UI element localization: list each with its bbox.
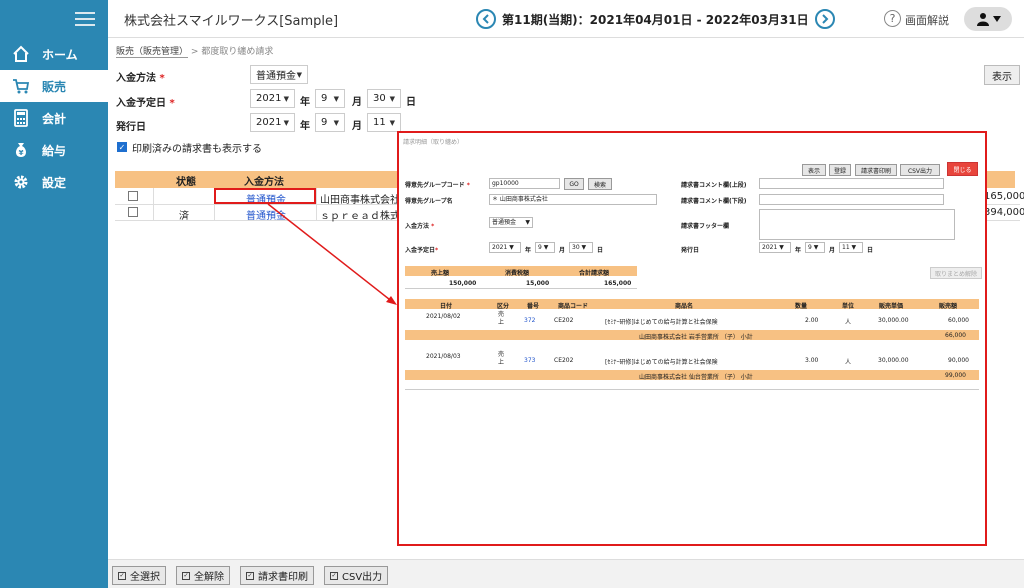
subtotal-label: 山田商事株式会社 岩手営業所 （子） 小計: [639, 334, 753, 341]
summary-tax-value: 15,000: [526, 280, 550, 287]
cancel-consolidation-button[interactable]: 取りまとめ解除: [930, 267, 982, 279]
footer-textarea[interactable]: [759, 209, 955, 240]
summary-tax-header: 消費税額: [505, 270, 530, 277]
deselect-all-button[interactable]: ✓ 全解除: [176, 566, 230, 585]
detail-unit: 人: [845, 319, 852, 326]
detail-type: 売上: [498, 351, 505, 366]
detail-amount: 60,000: [948, 317, 969, 324]
year-unit: 年: [795, 247, 802, 254]
detail-qty: 2.00: [805, 317, 819, 324]
check-icon: ✓: [246, 571, 254, 580]
day-unit: 日: [597, 247, 604, 254]
summary-sales-value: 150,000: [449, 280, 477, 287]
comment-bottom-label: 請求書コメント欄(下段): [681, 198, 747, 205]
detail-name: [ｾﾐﾅｰ研修]はじめての給与計算と社会保険: [605, 359, 718, 366]
col-date: 日付: [440, 303, 453, 310]
detail-date: 2021/08/02: [426, 313, 461, 320]
group-code-label: 得意先グループコード *: [405, 182, 470, 189]
day-unit: 日: [867, 247, 874, 254]
detail-type: 売上: [498, 311, 505, 326]
detail-unit: 人: [845, 359, 852, 366]
dialog-register-button[interactable]: 登録: [829, 164, 851, 176]
subtotal-value: 66,000: [945, 332, 966, 339]
detail-amount: 90,000: [948, 357, 969, 364]
dialog-issue-label: 発行日: [681, 247, 700, 254]
col-unit: 単位: [842, 303, 855, 310]
col-amount: 販売額: [939, 303, 958, 310]
col-qty: 数量: [795, 303, 808, 310]
summary-sales-header: 売上額: [431, 270, 450, 277]
check-icon: ✓: [118, 571, 126, 580]
dialog-method-select[interactable]: 普通預金 ▼: [489, 217, 533, 228]
year-unit: 年: [525, 247, 532, 254]
select-all-button[interactable]: ✓ 全選択: [112, 566, 166, 585]
dialog-method-label: 入金方法 *: [405, 223, 435, 230]
dialog-issue-year[interactable]: 2021 ▼: [759, 242, 791, 253]
group-name-field: ＊ 山田商事株式会社: [489, 194, 657, 205]
col-code: 商品コード: [558, 303, 589, 310]
dialog-issue-month[interactable]: 9 ▼: [805, 242, 825, 253]
comment-top-label: 請求書コメント欄(上段): [681, 182, 747, 189]
csv-export-button[interactable]: ✓ CSV出力: [324, 566, 389, 585]
comment-top-input[interactable]: [759, 178, 944, 189]
dialog-due-label: 入金予定日*: [405, 247, 439, 254]
footer-label: 請求書フッター欄: [681, 223, 730, 230]
summary-total-value: 165,000: [604, 280, 632, 287]
dialog-due-year[interactable]: 2021 ▼: [489, 242, 521, 253]
search-button[interactable]: 検索: [588, 178, 612, 190]
comment-bottom-input[interactable]: [759, 194, 944, 205]
detail-number-link[interactable]: 373: [524, 357, 535, 364]
dialog-due-day[interactable]: 30 ▼: [569, 242, 593, 253]
bottom-toolbar: ✓ 全選択 ✓ 全解除 ✓ 請求書印刷 ✓ CSV出力: [108, 559, 1024, 588]
detail-number-link[interactable]: 372: [524, 317, 535, 324]
detail-qty: 3.00: [805, 357, 819, 364]
dialog-print-button[interactable]: 請求書印刷: [855, 164, 897, 176]
detail-price: 30,000.00: [878, 317, 909, 324]
check-icon: ✓: [182, 571, 190, 580]
detail-code: CE202: [554, 357, 574, 364]
col-price: 販売単価: [879, 303, 904, 310]
go-button[interactable]: GO: [564, 178, 584, 190]
subtotal-label: 山田商事株式会社 仙台営業所 （子） 小計: [639, 374, 753, 381]
detail-price: 30,000.00: [878, 357, 909, 364]
col-type: 区分: [497, 303, 510, 310]
dialog-csv-button[interactable]: CSV出力: [900, 164, 940, 176]
detail-code: CE202: [554, 317, 574, 324]
print-invoice-button[interactable]: ✓ 請求書印刷: [240, 566, 314, 585]
dialog-issue-day[interactable]: 11 ▼: [839, 242, 863, 253]
dialog-due-month[interactable]: 9 ▼: [535, 242, 555, 253]
invoice-detail-dialog: 請求明細（取り纏め） 表示 登録 請求書印刷 CSV出力 閉じる 得意先グループ…: [397, 131, 987, 546]
check-icon: ✓: [330, 571, 338, 580]
group-name-label: 得意先グループ名: [405, 198, 453, 205]
group-code-input[interactable]: gp10000: [489, 178, 560, 189]
col-number: 番号: [527, 303, 540, 310]
dialog-show-button[interactable]: 表示: [802, 164, 826, 176]
summary-total-header: 合計請求額: [579, 270, 610, 277]
dialog-close-button[interactable]: 閉じる: [947, 162, 978, 176]
col-name: 商品名: [675, 303, 694, 310]
dialog-title: 請求明細（取り纏め）: [403, 139, 464, 146]
detail-name: [ｾﾐﾅｰ研修]はじめての給与計算と社会保険: [605, 319, 718, 326]
detail-date: 2021/08/03: [426, 353, 461, 360]
month-unit: 月: [829, 247, 836, 254]
subtotal-value: 99,000: [945, 372, 966, 379]
month-unit: 月: [559, 247, 566, 254]
